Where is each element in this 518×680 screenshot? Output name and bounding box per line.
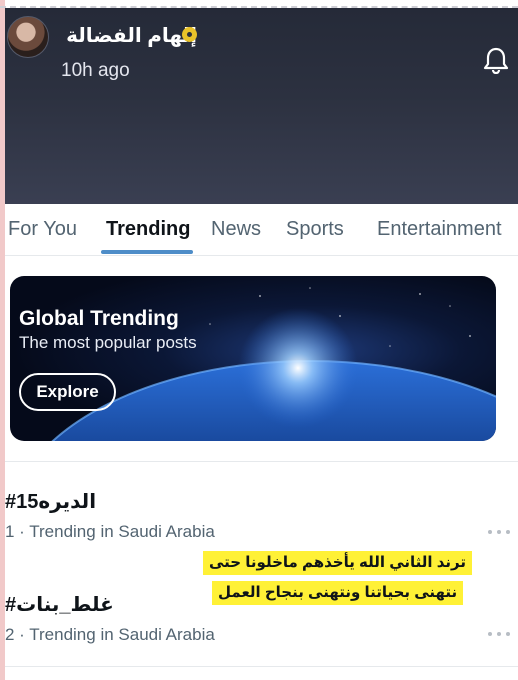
tab-sports[interactable]: Sports (286, 218, 344, 241)
trend-hashtag[interactable]: #غلط_بنات (5, 592, 114, 617)
caption-line-1: ترند الثاني الله يأخذهم ماخلونا حتى (203, 551, 472, 575)
bell-icon[interactable] (483, 46, 509, 74)
more-options-icon[interactable] (488, 530, 510, 536)
avatar[interactable] (7, 16, 49, 58)
more-options-icon[interactable] (488, 632, 510, 638)
story-header: إلهام الفضالة 10h ago (5, 8, 518, 204)
banner-title: Global Trending (19, 307, 179, 330)
divider (5, 461, 518, 462)
username[interactable]: إلهام الفضالة (61, 23, 197, 47)
trend-meta: 1 · Trending in Saudi Arabia (5, 522, 215, 541)
banner-subtitle: The most popular posts (19, 333, 197, 352)
caption-line-2: نتهنى بحياتنا ونتهنى بنجاح العمل (212, 581, 464, 605)
verified-badge-icon (182, 27, 197, 42)
tab-trending[interactable]: Trending (106, 218, 190, 241)
tabs-divider (5, 255, 518, 256)
active-tab-indicator (101, 250, 193, 254)
trend-meta: 2 · Trending in Saudi Arabia (5, 625, 215, 644)
trend-hashtag[interactable]: #الديره15 (5, 489, 96, 514)
tab-news[interactable]: News (211, 218, 261, 241)
post-timestamp: 10h ago (61, 60, 130, 81)
explore-button[interactable]: Explore (19, 373, 116, 411)
category-tabs: For You Trending News Sports Entertainme… (5, 204, 518, 254)
earth-horizon-image (51, 287, 496, 441)
tab-entertainment[interactable]: Entertainment (377, 218, 502, 241)
tab-for-you[interactable]: For You (8, 218, 77, 241)
divider (5, 666, 518, 667)
global-trending-banner[interactable]: Global Trending The most popular posts E… (10, 276, 496, 441)
